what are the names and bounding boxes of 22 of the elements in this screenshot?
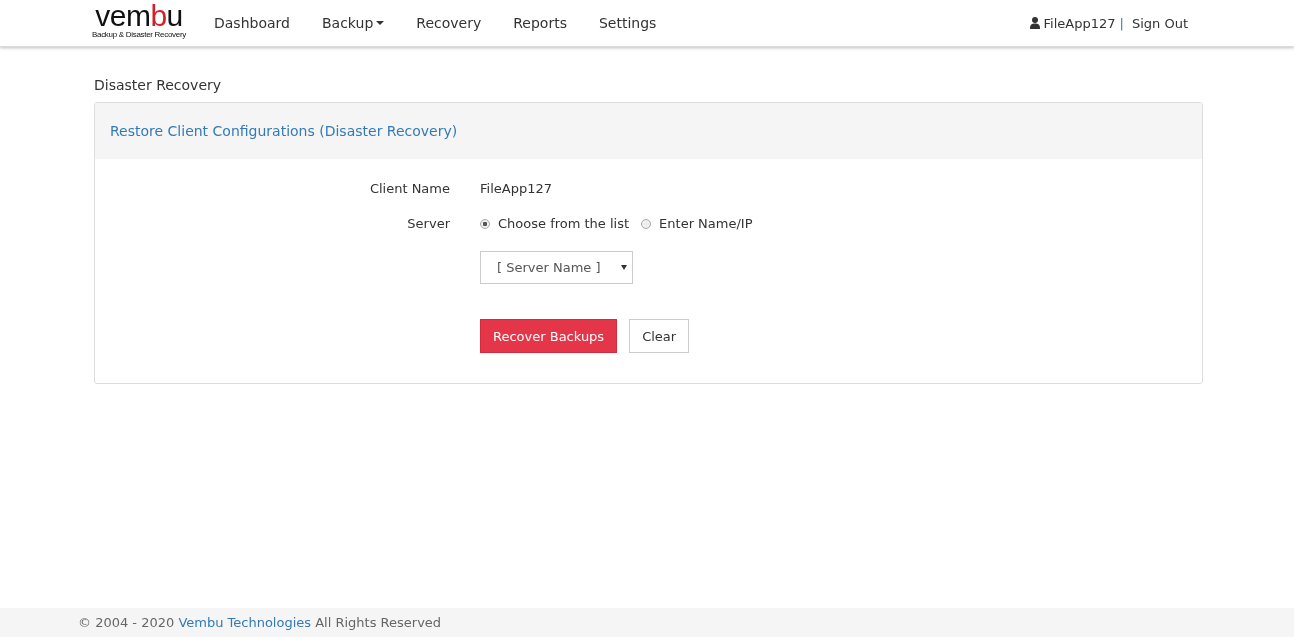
sign-out-link[interactable]: Sign Out <box>1131 15 1188 31</box>
user-icon <box>1029 17 1040 29</box>
nav-link[interactable]: Dashboard <box>198 15 306 31</box>
client-name-value: FileApp127 <box>480 181 552 196</box>
server-select[interactable]: [ Server Name ] <box>480 251 633 284</box>
nav-link[interactable]: Recovery <box>400 15 498 31</box>
field-label: Server <box>406 216 451 231</box>
nav-link[interactable]: Reports <box>497 15 583 31</box>
panel-title: Restore Client Configurations (Disaster Recovery) <box>110 123 458 139</box>
radio-option[interactable]: Enter Name/IP <box>641 216 753 231</box>
clear-button[interactable]: Clear <box>629 319 690 353</box>
company-link[interactable]: Vembu Technologies <box>178 615 312 630</box>
vembu-logo[interactable]: vembu Backup & Disaster Recovery <box>80 3 198 39</box>
page-title: Disaster Recovery <box>94 77 223 93</box>
user-name: FileApp127 <box>1043 15 1116 31</box>
field-label: Client Name <box>368 181 451 196</box>
radio-option[interactable]: Choose from the list <box>480 216 630 231</box>
separator: | <box>1119 15 1124 31</box>
nav-link[interactable]: Backup <box>305 15 401 31</box>
nav-link[interactable]: Settings <box>582 15 673 31</box>
copyright-text: © 2004 - 2020 Vembu Technologies All Rights Reserved <box>78 615 442 630</box>
recover-button[interactable]: Recover Backups <box>480 319 618 353</box>
